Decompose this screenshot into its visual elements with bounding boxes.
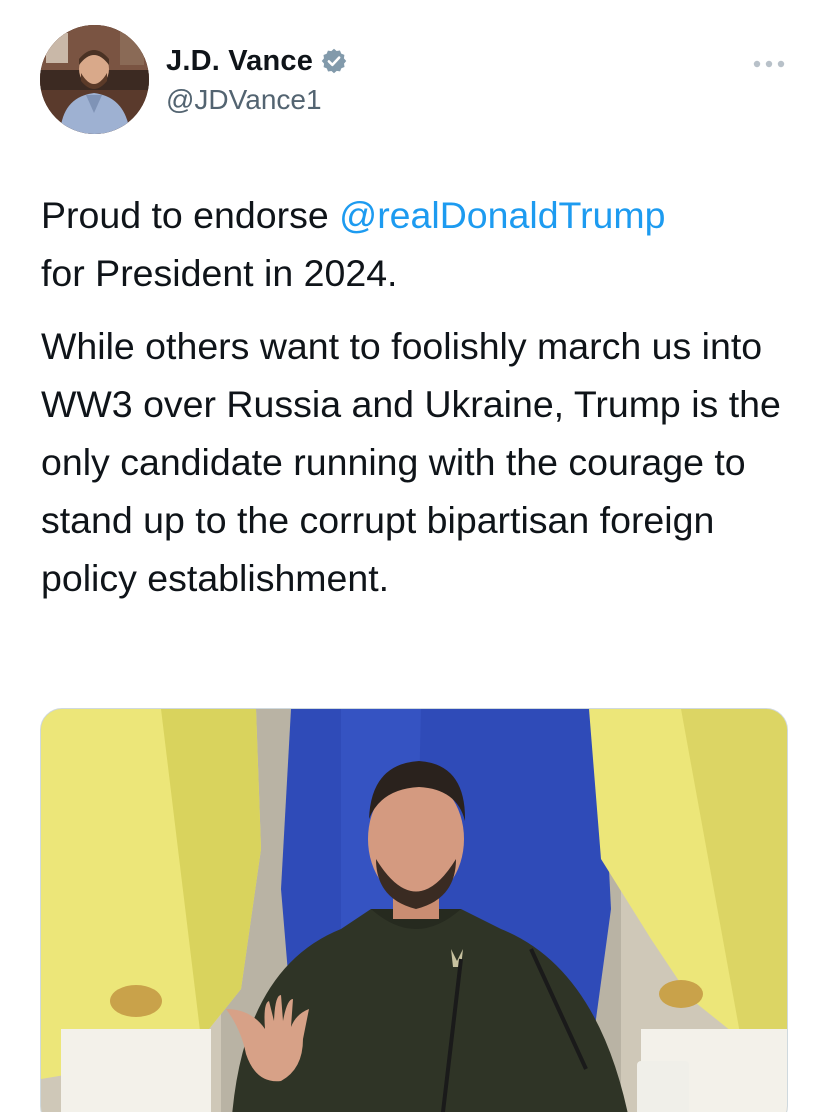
tweet-paragraph-1: Proud to endorse @realDonaldTrump for Pre… [41, 186, 801, 302]
tweet-media-photo[interactable] [40, 708, 788, 1112]
tweet: J.D. Vance @JDVance1 Proud to endorse @r… [0, 0, 828, 1112]
avatar-photo [40, 25, 149, 134]
display-name[interactable]: J.D. Vance [166, 45, 313, 78]
media-image [41, 709, 787, 1112]
mention-link[interactable]: @realDonaldTrump [339, 194, 665, 236]
tweet-paragraph-2: While others want to foolishly march us … [41, 325, 781, 599]
verified-badge-icon [320, 47, 348, 75]
avatar[interactable] [40, 25, 149, 134]
author-name-row[interactable]: J.D. Vance [166, 44, 348, 78]
tweet-text-prefix: Proud to endorse [41, 194, 340, 236]
handle[interactable]: @JDVance1 [166, 84, 322, 116]
more-options-icon[interactable] [752, 56, 786, 68]
tweet-text: Proud to endorse @realDonaldTrump for Pre… [41, 186, 801, 607]
tweet-text-line-2: for President in 2024. [41, 252, 398, 294]
